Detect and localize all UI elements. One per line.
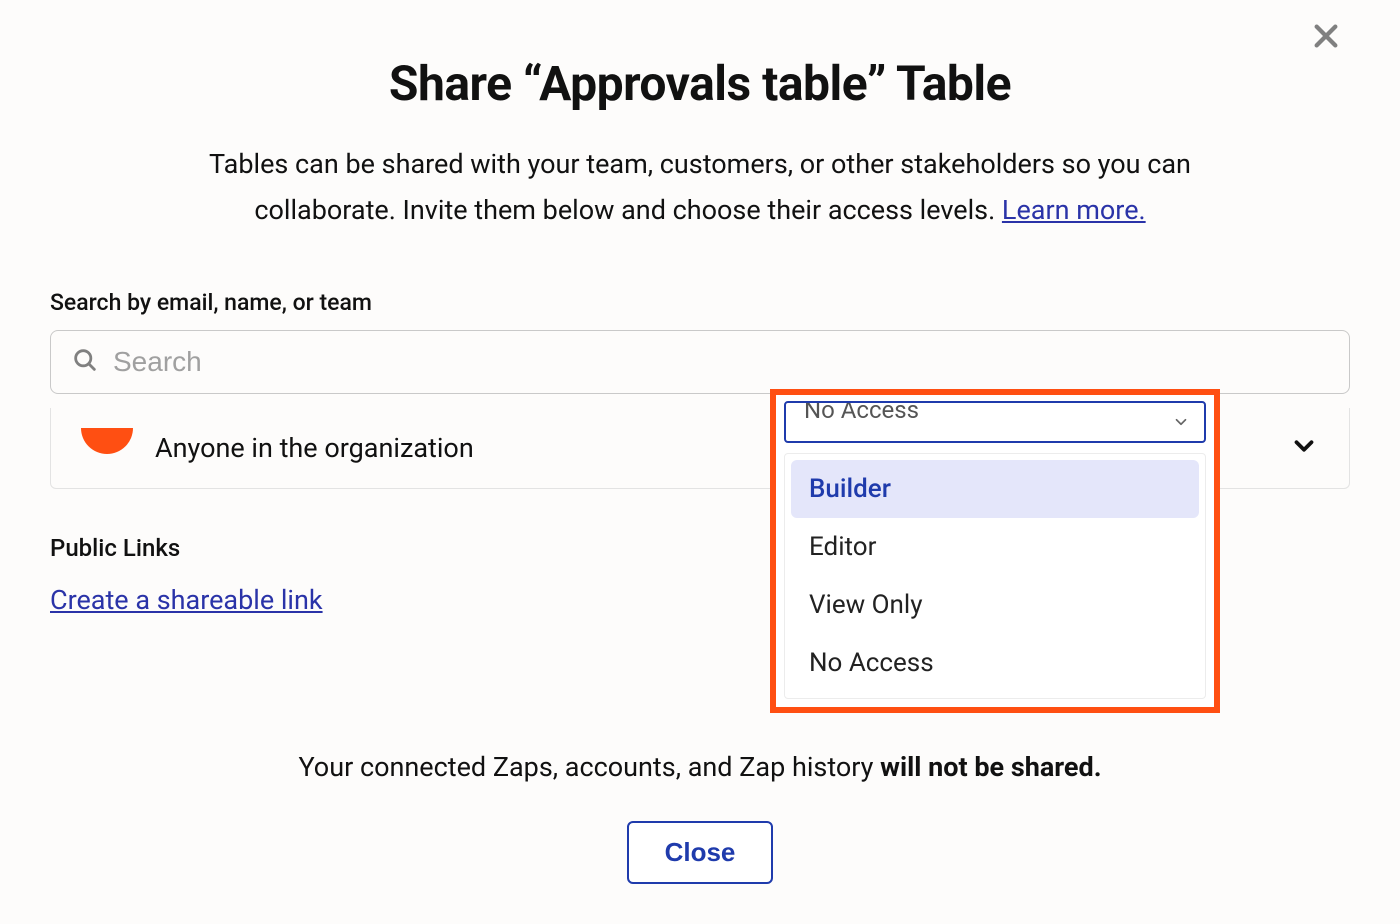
create-shareable-link[interactable]: Create a shareable link	[50, 584, 323, 616]
search-input[interactable]	[111, 345, 1329, 379]
org-icon	[81, 428, 133, 454]
access-option-builder[interactable]: Builder	[791, 460, 1199, 518]
access-dropdown-trigger[interactable]: No Access	[784, 401, 1206, 443]
modal-title: Share “Approvals table” Table	[50, 55, 1350, 112]
footer-lead: Your connected Zaps, accounts, and Zap h…	[298, 751, 880, 783]
modal-subtitle: Tables can be shared with your team, cus…	[150, 142, 1250, 234]
footer-strong: will not be shared.	[880, 751, 1101, 783]
chevron-down-icon[interactable]	[1289, 431, 1319, 465]
access-selected-value: No Access	[804, 401, 919, 424]
search-label: Search by email, name, or team	[50, 289, 1350, 316]
footer-note: Your connected Zaps, accounts, and Zap h…	[0, 751, 1400, 783]
access-dropdown-open: No Access Builder Editor View Only No Ac…	[770, 389, 1220, 713]
learn-more-link[interactable]: Learn more.	[1002, 194, 1146, 226]
close-button[interactable]: Close	[627, 821, 774, 884]
access-option-editor[interactable]: Editor	[791, 518, 1199, 576]
close-icon[interactable]	[1310, 20, 1342, 52]
search-icon	[71, 346, 99, 378]
modal-footer: Your connected Zaps, accounts, and Zap h…	[0, 751, 1400, 884]
access-option-view-only[interactable]: View Only	[791, 576, 1199, 634]
search-box[interactable]	[50, 330, 1350, 394]
access-dropdown-list: Builder Editor View Only No Access	[784, 453, 1206, 699]
chevron-down-icon	[1172, 409, 1190, 437]
access-option-no-access[interactable]: No Access	[791, 634, 1199, 692]
